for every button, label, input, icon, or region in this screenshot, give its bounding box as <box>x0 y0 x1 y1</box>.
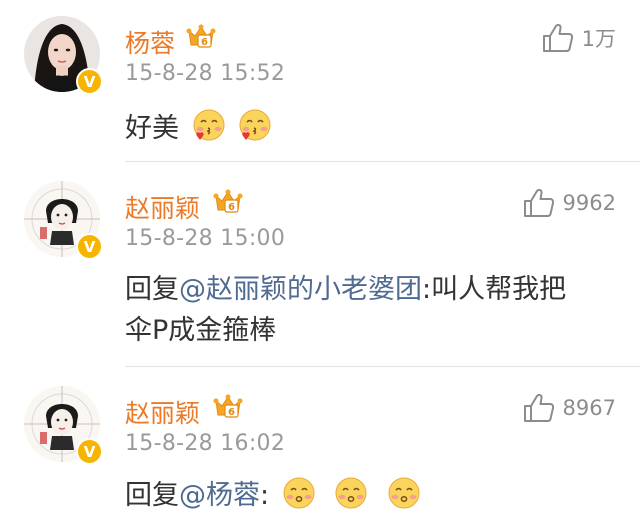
kiss-emoji-icon <box>334 476 368 510</box>
comment-item: V 杨蓉 15-8-28 15:52 1万 好美 <box>0 0 640 162</box>
kiss-emoji-icon <box>282 476 316 510</box>
comment-timestamp: 15-8-28 16:02 <box>125 431 286 456</box>
like-count: 9962 <box>562 191 616 215</box>
like-count: 1万 <box>581 27 616 51</box>
comment-text: 好美 <box>125 108 272 149</box>
thumbs-up-icon <box>542 23 574 53</box>
kiss-heart-emoji-icon <box>238 109 272 143</box>
like-button[interactable]: 1万 <box>542 23 616 53</box>
comment-body: 好美 <box>125 113 179 144</box>
author-name[interactable]: 赵丽颖 <box>125 189 200 225</box>
comment-timestamp: 15-8-28 15:52 <box>125 61 286 86</box>
kiss-heart-emoji-icon <box>192 109 226 143</box>
like-button[interactable]: 8967 <box>523 393 616 423</box>
mention-link[interactable]: @赵丽颖的小老婆团 <box>179 274 422 305</box>
author-name[interactable]: 赵丽颖 <box>125 394 200 430</box>
vip-crown-icon <box>186 22 216 50</box>
reply-prefix: 回复 <box>125 274 179 305</box>
thumbs-up-icon <box>523 188 555 218</box>
comment-item: V 赵丽颖 15-8-28 15:00 9962 回复@赵丽颖的小老婆团:叫人帮… <box>0 162 640 367</box>
comment-text: 回复@赵丽颖的小老婆团:叫人帮我把 伞P成金箍棒 <box>125 269 625 351</box>
comment-body-line2: 伞P成金箍棒 <box>125 315 277 346</box>
reply-prefix: 回复 <box>125 480 179 511</box>
comment-item: V 赵丽颖 15-8-28 16:02 8967 回复@杨蓉: <box>0 367 640 530</box>
comment-body: :叫人帮我把 <box>422 274 567 305</box>
author-name[interactable]: 杨蓉 <box>125 24 175 60</box>
verified-badge-icon: V <box>76 68 103 95</box>
comment-timestamp: 15-8-28 15:00 <box>125 226 286 251</box>
like-count: 8967 <box>562 396 616 420</box>
comment-text: 回复@杨蓉: <box>125 475 421 516</box>
verified-badge-icon: V <box>76 438 103 465</box>
like-button[interactable]: 9962 <box>523 188 616 218</box>
vip-crown-icon <box>213 392 243 420</box>
mention-link[interactable]: @杨蓉 <box>179 480 260 511</box>
thumbs-up-icon <box>523 393 555 423</box>
vip-crown-icon <box>213 187 243 215</box>
comment-body: : <box>260 480 270 511</box>
kiss-emoji-icon <box>387 476 421 510</box>
verified-badge-icon: V <box>76 233 103 260</box>
